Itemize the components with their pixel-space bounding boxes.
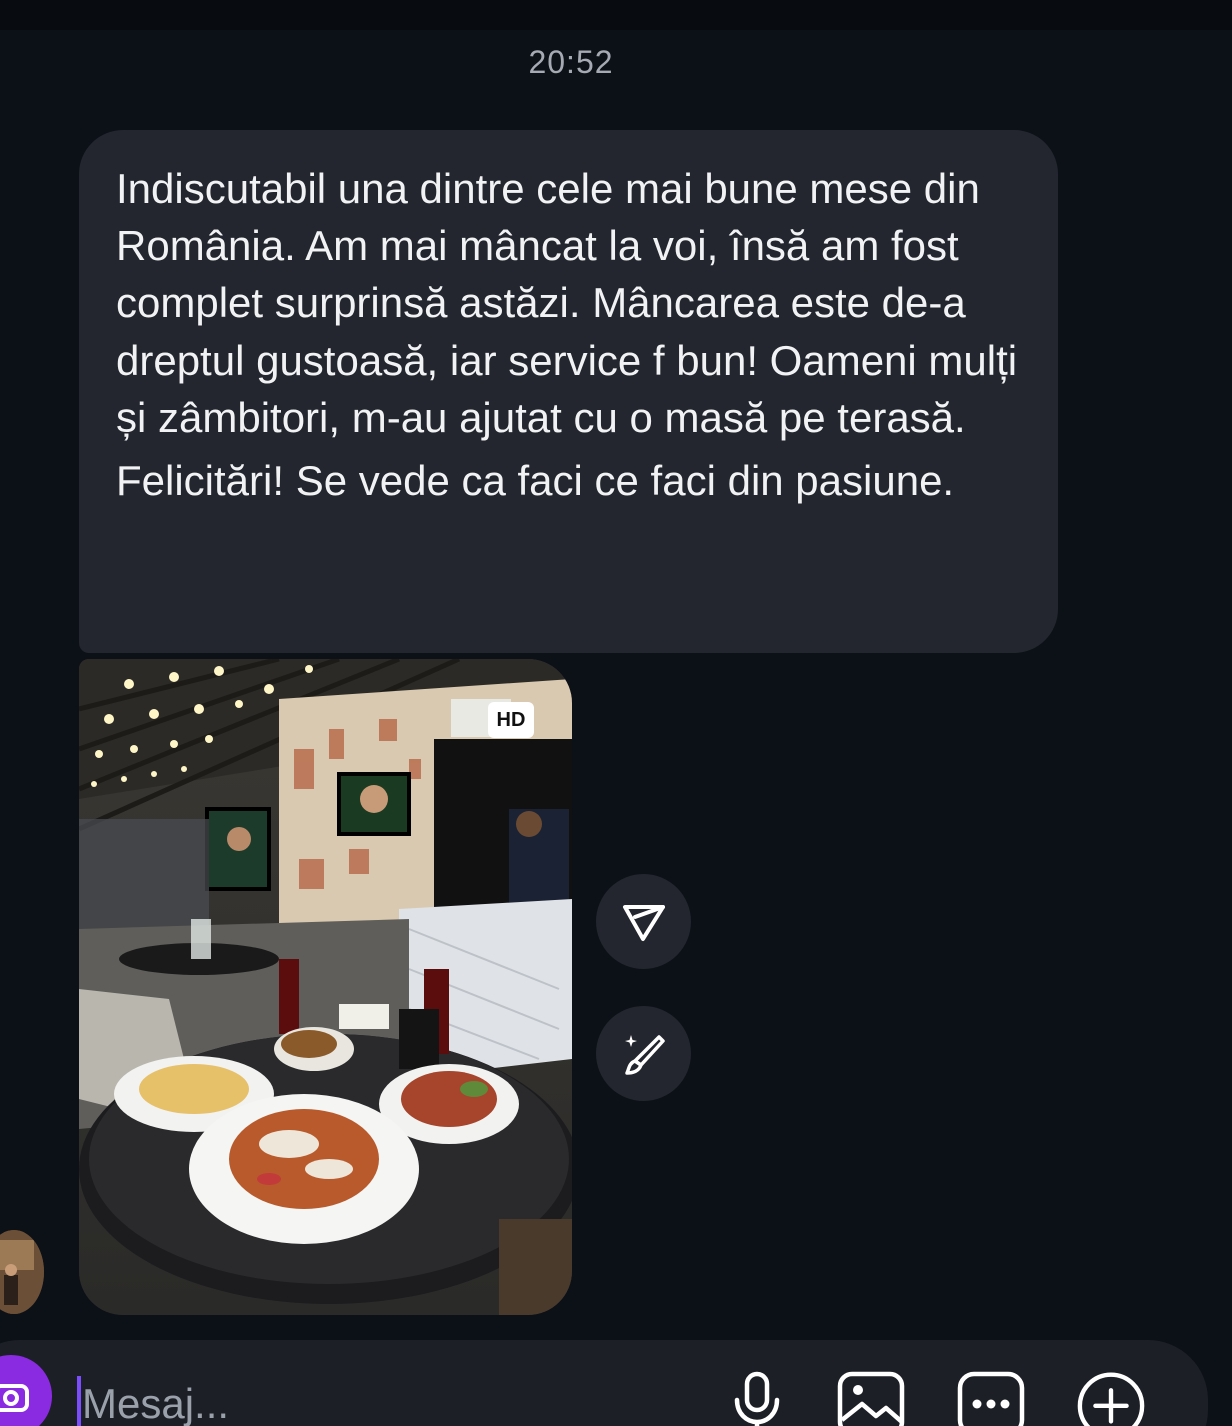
chat-screen: 20:52 Indiscutabil una dintre cele mai b… (0, 0, 1232, 1426)
more-icon (957, 1371, 1025, 1426)
more-button[interactable] (956, 1370, 1026, 1426)
avatar-photo (0, 1230, 44, 1314)
text-caret (77, 1376, 81, 1426)
camera-icon (0, 1384, 29, 1412)
plus-icon (1077, 1372, 1145, 1426)
hd-badge: HD (488, 702, 534, 738)
message-input[interactable] (82, 1379, 582, 1426)
share-button[interactable] (596, 874, 691, 969)
magic-brush-icon (624, 1034, 665, 1075)
sender-avatar[interactable] (0, 1230, 44, 1314)
top-bar-shade (0, 0, 1232, 30)
gallery-icon (837, 1371, 905, 1426)
microphone-button[interactable] (722, 1370, 792, 1426)
microphone-icon (734, 1371, 780, 1426)
add-button[interactable] (1076, 1370, 1146, 1426)
gallery-button[interactable] (836, 1370, 906, 1426)
message-text-paragraph: Indiscutabil una dintre cele mai bune me… (116, 165, 1018, 441)
message-bubble[interactable]: Indiscutabil una dintre cele mai bune me… (79, 130, 1058, 653)
edit-image-button[interactable] (596, 1006, 691, 1101)
message-text-paragraph: Felicitări! Se vede ca faci ce faci din … (116, 457, 955, 505)
message-timestamp: 20:52 (528, 44, 614, 80)
photo-attachment[interactable]: HD (79, 659, 572, 1315)
paper-plane-icon (622, 904, 665, 941)
restaurant-terrace-photo (79, 659, 572, 1315)
